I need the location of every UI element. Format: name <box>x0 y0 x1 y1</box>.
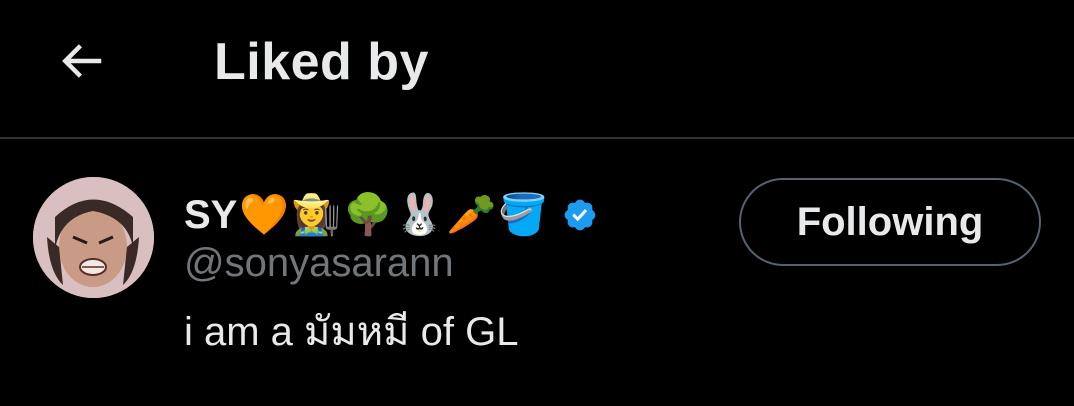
rabbit-emoji: 🐰 <box>394 192 445 238</box>
display-name[interactable]: SY 🧡 👩‍🌾 🌳 🐰 🥕 🪣 <box>184 185 598 245</box>
user-list-item[interactable]: SY 🧡 👩‍🌾 🌳 🐰 🥕 🪣 @sonyasarann i am a มัม… <box>0 141 1074 406</box>
following-button[interactable]: Following <box>739 178 1041 266</box>
avatar-image <box>33 177 154 298</box>
back-button[interactable] <box>48 28 114 94</box>
bucket-emoji: 🪣 <box>498 192 549 238</box>
user-handle: @sonyasarann <box>184 241 454 285</box>
farmer-emoji: 👩‍🌾 <box>291 192 341 238</box>
avatar[interactable] <box>33 177 154 298</box>
arrow-left-icon <box>62 44 102 78</box>
top-app-bar: Liked by <box>0 0 1074 139</box>
page-title: Liked by <box>214 33 429 91</box>
display-name-text: SY <box>184 193 238 237</box>
user-bio: i am a มัมหมี of GL <box>184 310 519 354</box>
carrot-emoji: 🥕 <box>446 192 497 238</box>
tree-emoji: 🌳 <box>342 192 393 238</box>
name-emojis: 🧡 👩‍🌾 🌳 🐰 🥕 🪣 <box>237 189 548 241</box>
orange-heart-emoji: 🧡 <box>239 192 290 238</box>
verified-badge-icon <box>564 199 596 231</box>
